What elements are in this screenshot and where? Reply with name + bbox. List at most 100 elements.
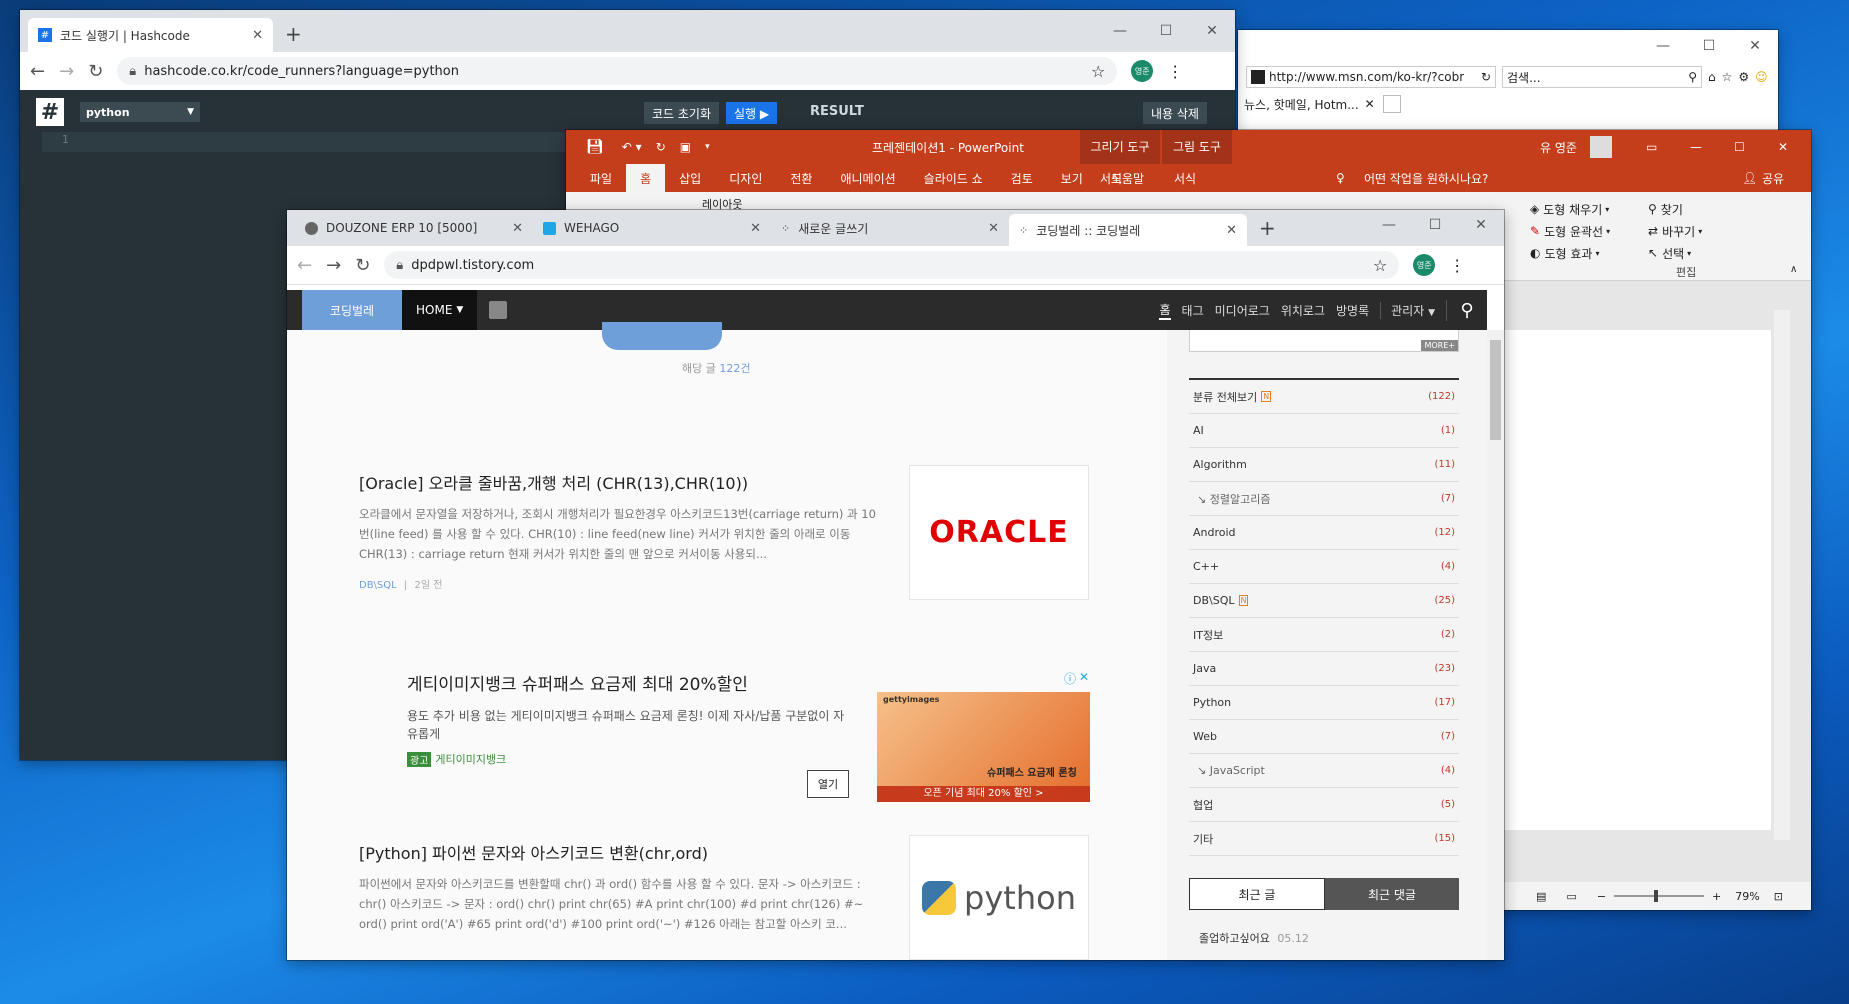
ad-open-button[interactable]: 열기	[807, 770, 849, 798]
category-item[interactable]: ↘ 정렬알고리즘 (7)	[1189, 482, 1459, 516]
tab-slideshow[interactable]: 슬라이드 쇼	[910, 164, 997, 192]
zoom-slider[interactable]	[1614, 890, 1705, 902]
zoom-out-icon[interactable]: −	[1597, 890, 1606, 903]
ie-maximize-button[interactable]: ☐	[1686, 31, 1732, 61]
tab-transitions[interactable]: 전환	[776, 164, 826, 192]
run-button[interactable]: 실행 ▶	[726, 102, 778, 124]
new-tab-icon[interactable]	[1382, 95, 1401, 113]
ie-close-button[interactable]: ✕	[1732, 31, 1778, 61]
nav-locationlog[interactable]: 위치로그	[1281, 302, 1325, 319]
clear-output-button[interactable]: 내용 삭제	[1143, 102, 1207, 124]
reading-view-icon[interactable]: ▭	[1566, 890, 1576, 903]
avatar[interactable]	[1590, 136, 1612, 158]
tab-format-picture[interactable]: 서식	[1160, 164, 1210, 192]
undo-icon[interactable]: ↶ ▾	[622, 140, 642, 154]
tab-review[interactable]: 검토	[997, 164, 1047, 192]
recent-comment-item[interactable]: 졸업하고싶어요 05.12	[1199, 930, 1309, 946]
language-select[interactable]: python ▼	[80, 102, 200, 122]
post-item[interactable]: [Oracle] 오라클 줄바꿈,개행 처리 (CHR(13),CHR(10))…	[359, 470, 884, 591]
minimize-button[interactable]: —	[1366, 210, 1412, 240]
forward-icon[interactable]: →	[59, 61, 74, 82]
back-icon[interactable]: ←	[30, 61, 45, 82]
ad-close-icon[interactable]: ✕	[1079, 670, 1089, 684]
select-button[interactable]: ↖ 선택 ▾	[1648, 242, 1702, 264]
ad-image[interactable]: gettyimages 슈퍼패스 요금제 론칭 오픈 기념 최대 20% 할인 …	[877, 692, 1090, 802]
post-title[interactable]: [Python] 파이썬 문자와 아스키코드 변환(chr,ord)	[359, 840, 884, 864]
tab-new-post[interactable]: ⁘ 새로운 글쓰기 ✕	[771, 211, 1009, 245]
category-item[interactable]: ↘ JavaScript (4)	[1189, 754, 1459, 788]
category-item[interactable]: 분류 전체보기 N (122)	[1189, 380, 1459, 414]
zoom-level[interactable]: 79%	[1735, 890, 1759, 903]
scrollbar-thumb[interactable]	[1490, 340, 1501, 440]
category-item[interactable]: DB\SQL N (25)	[1189, 584, 1459, 618]
rss-icon[interactable]	[489, 301, 508, 319]
maximize-button[interactable]: ☐	[1143, 16, 1189, 46]
nav-home[interactable]: 홈	[1159, 301, 1171, 320]
tab-recent-comments[interactable]: 최근 댓글	[1325, 878, 1459, 910]
post-thumbnail[interactable]: python	[909, 835, 1089, 960]
close-icon[interactable]: ✕	[512, 221, 523, 236]
fit-slide-icon[interactable]: ⊡	[1774, 890, 1783, 903]
minimize-button[interactable]: —	[1097, 16, 1143, 46]
zoom-thumb[interactable]	[1654, 890, 1659, 902]
category-item[interactable]: Python (17)	[1189, 686, 1459, 720]
new-tab-icon[interactable]: +	[1259, 216, 1276, 240]
tab-home[interactable]: 홈	[626, 164, 666, 192]
hashcode-address-bar[interactable]: 🔒︎ hashcode.co.kr/code_runners?language=…	[117, 57, 1118, 85]
ppt-user-name[interactable]: 유 영준	[1540, 139, 1577, 156]
category-item[interactable]: Java (23)	[1189, 652, 1459, 686]
save-icon[interactable]: 💾︎	[586, 139, 604, 155]
avatar[interactable]: 영준	[1413, 254, 1436, 276]
normal-view-icon[interactable]: ▤	[1536, 890, 1546, 903]
maximize-button[interactable]: ☐	[1412, 210, 1458, 240]
category-item[interactable]: 기타 (15)	[1189, 822, 1459, 856]
menu-icon[interactable]: ⋮	[1449, 256, 1465, 275]
more-button[interactable]: MORE+	[1421, 340, 1458, 351]
admin-menu[interactable]: 관리자 ▼	[1380, 301, 1435, 319]
category-item[interactable]: AI (1)	[1189, 414, 1459, 448]
close-icon[interactable]: ✕	[252, 28, 263, 43]
blog-brand[interactable]: 코딩벌레	[302, 290, 402, 330]
share-button[interactable]: 공유	[1762, 170, 1784, 187]
ppt-scrollbar[interactable]	[1774, 310, 1790, 840]
tab-design[interactable]: 디자인	[715, 164, 776, 192]
ie-address-bar[interactable]: http://www.msn.com/ko-kr/?cobr ↻	[1246, 66, 1496, 88]
tab-recent-posts[interactable]: 최근 글	[1189, 878, 1325, 910]
ad-advertiser[interactable]: 게티이미지뱅크	[435, 751, 506, 767]
blog-scrollbar[interactable]	[1487, 330, 1504, 960]
category-item[interactable]: Android (12)	[1189, 516, 1459, 550]
nav-tag[interactable]: 태그	[1182, 302, 1204, 319]
search-icon[interactable]: ⚲	[1446, 299, 1487, 321]
ppt-close-button[interactable]: ✕	[1778, 140, 1788, 154]
nav-medialog[interactable]: 미디어로그	[1215, 302, 1270, 319]
ad-block[interactable]: 게티이미지뱅크 슈퍼패스 요금제 최대 20%할인 용도 추가 비용 없는 게티…	[407, 670, 1147, 810]
tell-me-box[interactable]: 어떤 작업을 원하시나요?	[1364, 170, 1488, 187]
reset-code-button[interactable]: 코드 초기화	[644, 102, 720, 124]
zoom-in-icon[interactable]: +	[1712, 890, 1721, 903]
star-icon[interactable]: ☆	[1091, 62, 1105, 81]
shape-outline-button[interactable]: ✎ 도형 윤곽선 ▾	[1530, 220, 1610, 242]
tab-format-drawing[interactable]: 서식	[1086, 164, 1136, 192]
ribbon-display-icon[interactable]: ▭	[1646, 140, 1657, 154]
close-icon[interactable]: ✕	[1365, 97, 1375, 111]
home-menu[interactable]: HOME ▼	[402, 290, 478, 330]
home-icon[interactable]: ⌂	[1708, 70, 1716, 84]
favorites-icon[interactable]: ☆	[1722, 70, 1733, 84]
search-icon[interactable]: ⚲	[1688, 70, 1697, 84]
tab-animations[interactable]: 애니메이션	[826, 164, 909, 192]
ad-info-icon[interactable]: ⓘ	[1064, 670, 1076, 687]
find-button[interactable]: ⚲ 찾기	[1648, 198, 1702, 220]
category-item[interactable]: Algorithm (11)	[1189, 448, 1459, 482]
category-item[interactable]: 협업 (5)	[1189, 788, 1459, 822]
new-tab-icon[interactable]: +	[285, 22, 302, 46]
nav-guestbook[interactable]: 방명록	[1336, 302, 1369, 319]
avatar[interactable]: 영준	[1131, 60, 1154, 82]
reload-icon[interactable]: ↻	[355, 255, 370, 276]
category-item[interactable]: C++ (4)	[1189, 550, 1459, 584]
close-icon[interactable]: ✕	[988, 221, 999, 236]
forward-icon[interactable]: →	[326, 255, 341, 276]
close-icon[interactable]: ✕	[750, 221, 761, 236]
reload-icon[interactable]: ↻	[88, 61, 103, 82]
tab-insert[interactable]: 삽입	[665, 164, 715, 192]
ie-search-box[interactable]: 검색... ⚲	[1502, 66, 1702, 88]
